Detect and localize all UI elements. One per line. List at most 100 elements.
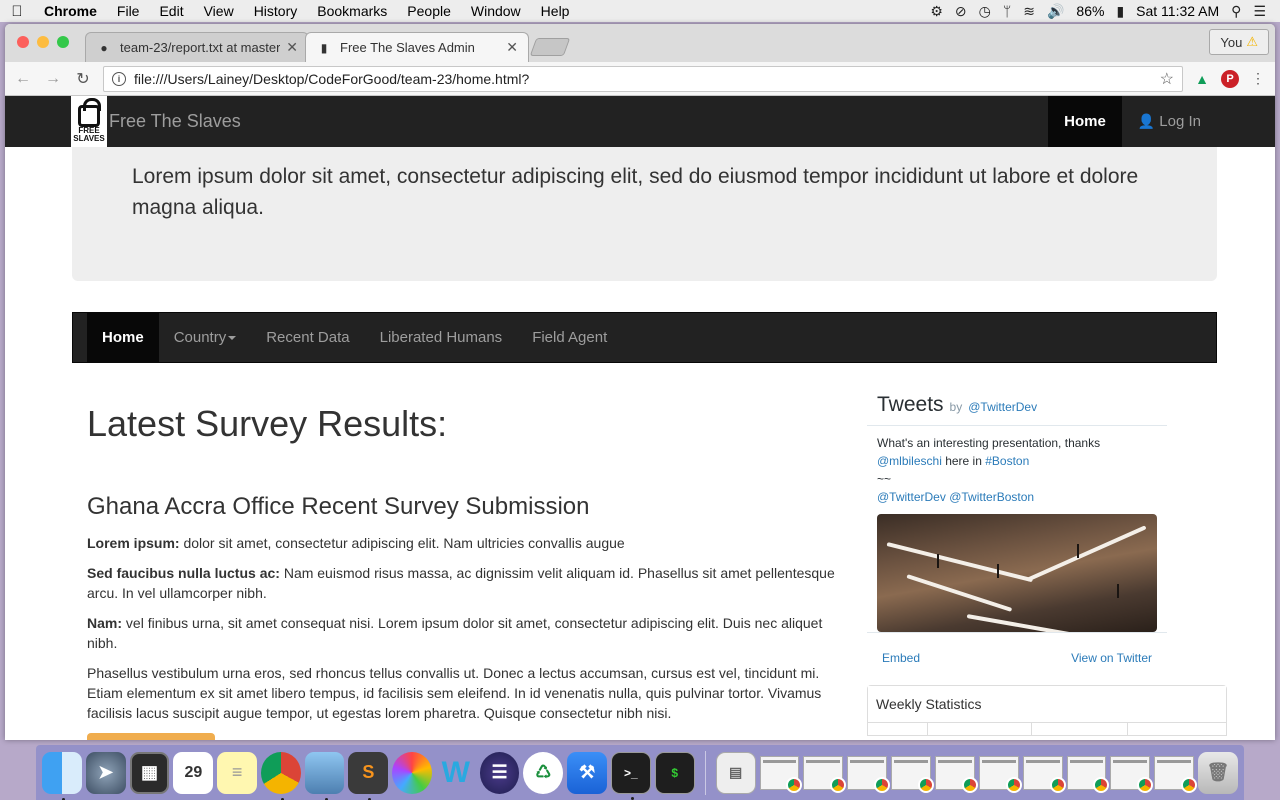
photo-detail — [997, 564, 999, 578]
terminal-icon[interactable]: >_ — [610, 751, 651, 800]
menu-help[interactable]: Help — [531, 3, 580, 19]
mention-link[interactable]: @mlbileschi — [877, 454, 942, 468]
minimized-window-icon[interactable] — [759, 755, 803, 793]
battery-icon[interactable]: ▮ — [1116, 3, 1124, 20]
nav-home[interactable]: Home — [1048, 96, 1122, 147]
subnav-field-agent[interactable]: Field Agent — [517, 313, 622, 362]
menu-edit[interactable]: Edit — [149, 3, 193, 19]
photos-icon[interactable] — [392, 751, 432, 794]
subnav-recent-data[interactable]: Recent Data — [251, 313, 364, 362]
evernote-icon[interactable]: ♺ — [523, 751, 564, 794]
console-icon[interactable]: $ — [654, 751, 695, 794]
google-drive-icon[interactable]: ▲ — [1193, 70, 1211, 88]
minimized-window-icon[interactable] — [1110, 755, 1154, 793]
battery-percent[interactable]: 86% — [1076, 3, 1104, 19]
subnav-country-dropdown[interactable]: Country — [159, 313, 252, 362]
lock-icon: ▮ — [320, 40, 328, 55]
reload-icon[interactable]: ↻ — [73, 69, 93, 89]
table-cell — [928, 723, 1032, 735]
view-on-twitter-link[interactable]: View on Twitter — [1071, 651, 1152, 665]
photo-light — [1026, 525, 1147, 582]
warning-button[interactable] — [87, 733, 215, 740]
info-icon[interactable]: i — [112, 71, 126, 86]
minimized-window-icon[interactable] — [1022, 755, 1066, 793]
notification-center-icon[interactable]: ☰ — [1253, 3, 1266, 20]
url-text[interactable]: file:///Users/Lainey/Desktop/CodeForGood… — [134, 71, 1152, 87]
tweets-header: Tweets by @TwitterDev — [867, 393, 1167, 426]
apple-menu-icon[interactable]:  — [0, 3, 34, 20]
sublime-text-icon[interactable]: S — [348, 751, 389, 800]
volume-icon[interactable]: 🔊 — [1047, 3, 1064, 20]
wifi-icon[interactable]: ≋ — [1023, 3, 1035, 20]
clock[interactable]: Sat 11:32 AM — [1136, 3, 1219, 19]
bluetooth-icon[interactable]: ᛘ — [1003, 3, 1011, 19]
notes-icon[interactable]: ≡ — [217, 751, 257, 794]
twitter-handle-link[interactable]: @TwitterDev — [968, 400, 1037, 414]
new-tab-button[interactable] — [529, 38, 571, 56]
profile-button[interactable]: You ⚠ — [1209, 29, 1269, 55]
caret-down-icon — [228, 335, 237, 340]
xcode-icon[interactable]: ⚒ — [567, 751, 607, 794]
menu-people[interactable]: People — [397, 3, 461, 19]
close-tab-icon[interactable]: ✕ — [506, 39, 518, 56]
mention-link[interactable]: @TwitterDev — [877, 490, 946, 504]
back-arrow-icon[interactable]: ← — [13, 70, 33, 88]
trash-icon[interactable]: 🗑 — [1198, 751, 1238, 794]
table-cell — [868, 723, 928, 735]
embed-link[interactable]: Embed — [882, 651, 920, 665]
pinterest-icon[interactable]: P — [1221, 69, 1239, 88]
eclipse-icon[interactable]: ☰ — [479, 751, 520, 794]
bookmark-star-icon[interactable]: ☆ — [1160, 69, 1174, 89]
subnav-liberated-humans[interactable]: Liberated Humans — [365, 313, 518, 362]
minimized-window-icon[interactable] — [1154, 755, 1197, 793]
address-bar[interactable]: i file:///Users/Lainey/Desktop/CodeForGo… — [103, 65, 1183, 92]
minimized-window-icon[interactable] — [891, 755, 934, 793]
site-brand[interactable]: FREE SLAVES Free The Slaves — [71, 96, 241, 147]
tab-github[interactable]: ● team-23/report.txt at master ✕ — [85, 32, 309, 62]
subnav-home[interactable]: Home — [87, 313, 159, 362]
chrome-icon[interactable] — [260, 751, 301, 800]
photo-detail — [1117, 584, 1119, 598]
minimized-window-icon[interactable] — [978, 755, 1022, 793]
minimized-window-icon[interactable] — [847, 755, 890, 793]
nav-login[interactable]: 👤 Log In — [1122, 96, 1217, 147]
close-tab-icon[interactable]: ✕ — [286, 39, 298, 56]
menu-view[interactable]: View — [194, 3, 244, 19]
photo-booth-icon[interactable]: ▦ — [129, 751, 170, 794]
minimize-window-button[interactable] — [37, 36, 49, 48]
minimized-window-icon[interactable] — [1066, 755, 1110, 793]
tweet-photo[interactable] — [877, 514, 1157, 632]
free-the-slaves-logo: FREE SLAVES — [71, 96, 107, 147]
chrome-menu-icon[interactable]: ⋮ — [1249, 70, 1267, 88]
zoom-window-button[interactable] — [57, 36, 69, 48]
menu-app[interactable]: Chrome — [34, 3, 107, 19]
time-machine-icon[interactable]: ◷ — [979, 3, 991, 20]
weekly-statistics-panel: Weekly Statistics — [867, 685, 1227, 736]
preview-icon[interactable] — [304, 751, 345, 800]
menu-file[interactable]: File — [107, 3, 150, 19]
forward-arrow-icon[interactable]: → — [43, 70, 63, 88]
menu-window[interactable]: Window — [461, 3, 531, 19]
finder-icon[interactable] — [42, 751, 82, 800]
main-column: Latest Survey Results: Ghana Accra Offic… — [87, 403, 839, 740]
word-icon[interactable]: W — [436, 752, 476, 794]
menu-bookmarks[interactable]: Bookmarks — [307, 3, 397, 19]
minimized-window-icon[interactable] — [803, 755, 847, 793]
mention-link[interactable]: @TwitterBoston — [949, 490, 1034, 504]
tab-free-the-slaves[interactable]: ▮ Free The Slaves Admin ✕ — [305, 32, 529, 62]
spotlight-search-icon[interactable]: ⚲ — [1231, 3, 1241, 20]
table-cell — [1032, 723, 1128, 735]
minimized-window-icon[interactable] — [934, 755, 978, 793]
photo-detail — [937, 554, 939, 568]
calendar-icon[interactable]: 29 — [173, 751, 214, 794]
brand-name[interactable]: Free The Slaves — [109, 111, 241, 132]
donotdisturb-icon[interactable]: ⊘ — [955, 3, 967, 20]
close-window-button[interactable] — [17, 36, 29, 48]
page-heading: Latest Survey Results: — [87, 403, 448, 444]
documents-stack-icon[interactable]: ▤ — [715, 751, 756, 794]
status-app-icon[interactable]: ⚙ — [930, 3, 943, 20]
launchpad-icon[interactable]: ➤ — [85, 751, 126, 794]
survey-paragraph: Phasellus vestibulum urna eros, sed rhon… — [87, 665, 822, 721]
hashtag-link[interactable]: #Boston — [985, 454, 1029, 468]
menu-history[interactable]: History — [244, 3, 308, 19]
